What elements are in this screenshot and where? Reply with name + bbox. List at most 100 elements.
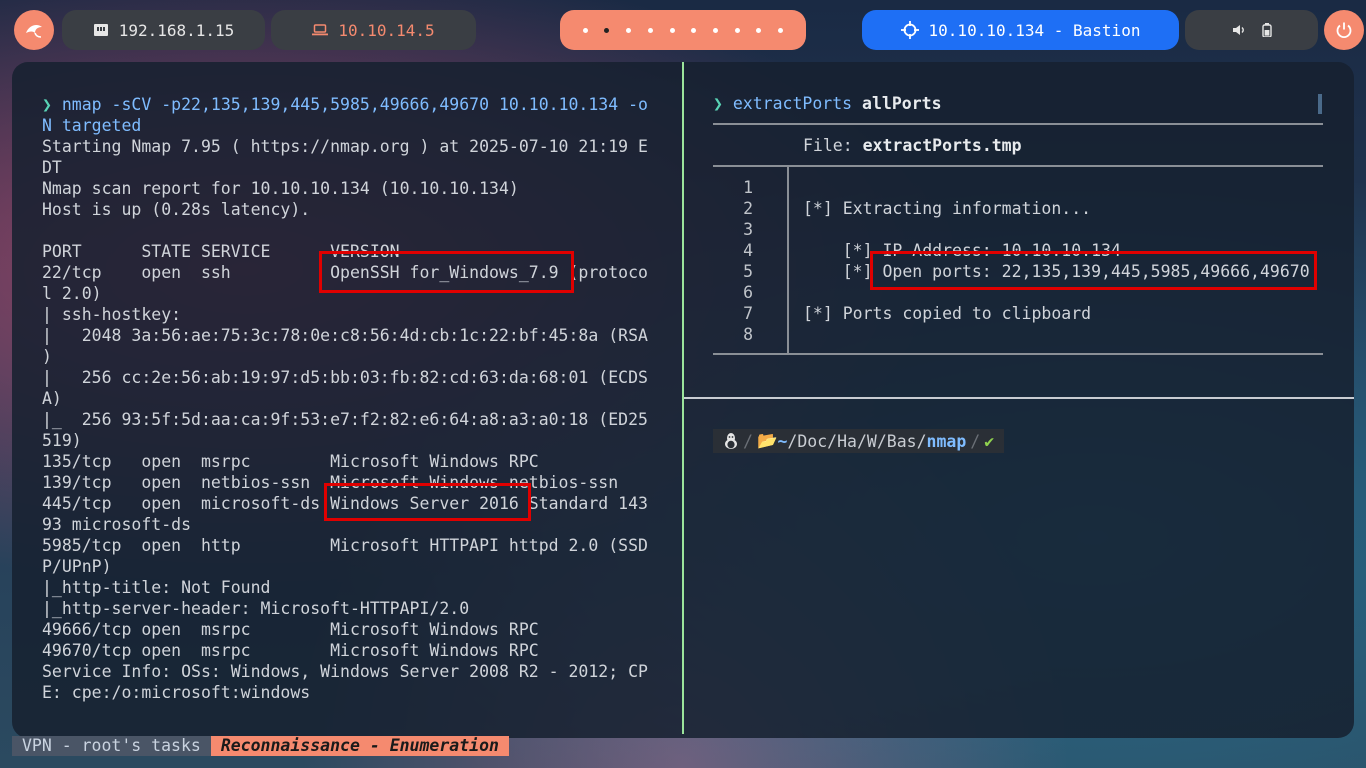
highlight-box-open-ports: [870, 251, 1317, 290]
output-line: | 256 cc:2e:56:ab:19:97:d5:bb:03:fb:82:c…: [42, 368, 648, 387]
file-name: extractPorts.tmp: [862, 136, 1022, 155]
output-line: |_ 256 93:5f:5d:aa:ca:9f:53:e7:f2:82:e6:…: [42, 410, 648, 429]
workspace-dot[interactable]: [713, 27, 719, 33]
output-line: DT: [42, 158, 62, 177]
line-number: 7: [743, 304, 753, 323]
battery-icon[interactable]: [1261, 23, 1272, 37]
line-number: 4: [743, 241, 753, 260]
top-bar: 192.168.1.15 10.10.14.5 10.10.10.134 - B…: [0, 0, 1366, 60]
output-line: 135/tcp open msrpc Microsoft Windows RPC: [42, 452, 539, 471]
workspace-dot[interactable]: [734, 27, 740, 33]
system-tray[interactable]: [1185, 10, 1318, 50]
prompt-separator: /: [970, 431, 981, 451]
output-line: l 2.0): [42, 284, 102, 303]
target-pill[interactable]: 10.10.10.134 - Bastion: [862, 10, 1179, 50]
output-line: Host is up (0.28s latency).: [42, 200, 311, 219]
power-icon[interactable]: [1324, 10, 1364, 50]
path-sep: /: [856, 431, 867, 451]
output-line: 519): [42, 431, 82, 450]
output-line: |_http-title: Not Found: [42, 578, 271, 597]
path-part: Doc: [797, 431, 828, 451]
path-part: Ha: [837, 431, 857, 451]
target-text: 10.10.10.134 - Bastion: [928, 20, 1141, 40]
output-line: N targeted: [42, 116, 142, 135]
home-dir: ~: [777, 431, 788, 451]
laptop-icon: [312, 24, 329, 36]
output-line: Starting Nmap 7.95 ( https://nmap.org ) …: [42, 137, 648, 156]
output-line: Service Info: OSs: Windows, Windows Serv…: [42, 662, 648, 681]
workspace-switcher[interactable]: [560, 10, 806, 50]
file-label: File:: [803, 136, 863, 155]
lan-ip-pill[interactable]: 192.168.1.15: [62, 10, 265, 50]
line-number: 5: [743, 262, 753, 281]
volume-icon[interactable]: [1232, 24, 1246, 36]
output-line: E: cpe:/o:microsoft:windows: [42, 683, 311, 702]
extractports-command: extractPorts: [732, 94, 853, 113]
nmap-command: nmap -sCV -p22,135,139,445,5985,49666,49…: [61, 95, 648, 114]
line-number: 1: [743, 178, 753, 197]
workspace-dot[interactable]: [691, 27, 697, 33]
highlight-box-windows-server: [324, 483, 531, 521]
line-number: 8: [743, 325, 753, 344]
success-check-icon: ✔: [984, 431, 995, 451]
bat-header-rule: [713, 165, 1323, 167]
output-line: A): [42, 389, 62, 408]
tmux-window-name[interactable]: Reconnaissance - Enumeration: [210, 736, 509, 756]
output-line: Nmap scan report for 10.10.10.134 (10.10…: [42, 179, 519, 198]
path-sep: /: [787, 431, 798, 451]
workspace-dot[interactable]: [756, 27, 762, 33]
workspace-dot[interactable]: [582, 27, 588, 33]
workspace-dot[interactable]: [669, 27, 675, 33]
workspace-dot[interactable]: [778, 27, 784, 33]
output-line: 93 microsoft-ds: [42, 515, 192, 534]
file-line: [*] Ports copied to clipboard: [803, 304, 1092, 323]
line-number: 3: [743, 220, 753, 239]
output-line: P/UPnP): [42, 557, 112, 576]
path-part: W: [866, 431, 877, 451]
linux-tux-icon: [725, 433, 737, 449]
bat-gutter-rule: [787, 165, 789, 355]
pane-divider-horizontal[interactable]: [684, 397, 1354, 399]
output-line: 5985/tcp open http Microsoft HTTPAPI htt…: [42, 536, 648, 555]
folder-icon: 📂: [756, 431, 778, 450]
power-glyph: [1336, 22, 1352, 39]
tmux-status-bar: VPN - root's tasks Reconnaissance - Enum…: [12, 736, 509, 756]
path-part: Bas: [886, 431, 917, 451]
kali-dragon-icon[interactable]: [14, 10, 54, 50]
dragon-glyph: [26, 25, 42, 38]
line-number: 6: [743, 283, 753, 302]
output-line: 49666/tcp open msrpc Microsoft Windows R…: [42, 620, 539, 639]
ethernet-icon: [93, 24, 108, 36]
path-sep: /: [916, 431, 927, 451]
output-line: |_http-server-header: Microsoft-HTTPAPI/…: [42, 599, 470, 618]
terminal-window[interactable]: ❯ nmap -sCV -p22,135,139,445,5985,49666,…: [12, 62, 1354, 738]
scroll-indicator[interactable]: [1318, 94, 1322, 114]
path-sep: /: [827, 431, 838, 451]
path-sep: /: [876, 431, 887, 451]
output-line: 49670/tcp open msrpc Microsoft Windows R…: [42, 641, 539, 660]
vpn-ip-pill[interactable]: 10.10.14.5: [271, 10, 476, 50]
tmux-session-name[interactable]: VPN - root's tasks: [12, 736, 211, 756]
output-line: ): [42, 347, 52, 366]
output-line: | ssh-hostkey:: [42, 305, 182, 324]
prompt-arrow-icon: ❯: [42, 95, 62, 114]
highlight-box-openssh: [319, 251, 574, 293]
bat-bottom-rule: [713, 353, 1323, 355]
workspace-dot[interactable]: [647, 27, 653, 33]
line-number: 2: [743, 199, 753, 218]
file-header: File: extractPorts.tmp: [803, 135, 1022, 156]
command-line: ❯ nmap -sCV -p22,135,139,445,5985,49666,…: [42, 94, 648, 115]
bat-top-rule: [713, 123, 1323, 125]
file-line: [*] Extracting information...: [803, 199, 1092, 218]
current-dir: nmap: [926, 431, 967, 451]
prompt-separator: /: [743, 431, 753, 451]
prompt-segment: / 📂 ~ / Doc / Ha / W / Bas / nmap / ✔: [713, 429, 1005, 453]
command-line: ❯ extractPorts allPorts: [713, 93, 942, 114]
command-argument: allPorts: [852, 94, 942, 113]
workspace-dot[interactable]: [626, 27, 632, 33]
crosshair-icon: [900, 21, 919, 39]
prompt-arrow-icon: ❯: [713, 94, 733, 113]
workspace-dot-active[interactable]: [604, 27, 610, 33]
lan-ip-text: 192.168.1.15: [118, 20, 235, 40]
shell-prompt[interactable]: / 📂 ~ / Doc / Ha / W / Bas / nmap / ✔: [713, 429, 1005, 453]
